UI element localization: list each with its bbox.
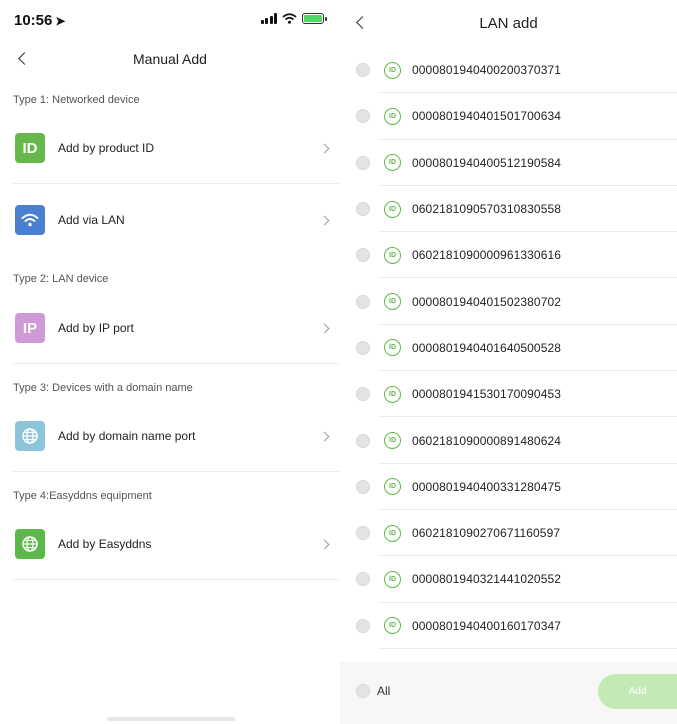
device-id: 0000801940400512190584: [412, 155, 562, 170]
add-via-lan-item[interactable]: Add via LAN: [0, 185, 340, 255]
device-row[interactable]: ID 0000801940400160170347: [340, 603, 677, 650]
id-badge-icon: ID: [384, 61, 401, 79]
page-title: Manual Add: [133, 51, 207, 67]
device-row[interactable]: ID 000080194040020037037​1: [340, 47, 677, 94]
status-icons: [260, 13, 327, 24]
wifi-icon: [15, 205, 45, 235]
status-time: 10:56: [14, 12, 53, 29]
id-badge-icon: ID: [384, 200, 401, 218]
device-select-radio[interactable]: [356, 433, 370, 448]
device-row[interactable]: ID 0000801940321441020552: [340, 556, 677, 603]
globe-icon: [15, 421, 45, 451]
manual-add-screen: 10:56 ➤ Manual Add Type 1: Networked devi…: [0, 0, 340, 724]
device-id: 0000801940400160170347: [412, 618, 562, 633]
device-row[interactable]: ID 0000801940400512190584: [340, 140, 677, 187]
device-id: 0000801940321441020552: [412, 572, 562, 587]
device-id: 0000801940401502380702: [412, 294, 562, 309]
cellular-signal-icon: [260, 13, 277, 24]
device-id: 0000801941530170090453: [412, 387, 562, 402]
menu-item-label: Add via LAN: [58, 213, 125, 227]
device-row[interactable]: ID 0000801941530170090453: [340, 371, 677, 418]
add-by-easyddns-item[interactable]: Add by Easyddns: [0, 509, 340, 579]
lan-add-navbar: LAN add: [340, 0, 677, 44]
device-select-radio[interactable]: [356, 526, 370, 541]
battery-icon: [302, 13, 327, 24]
add-by-product-id-item[interactable]: ID Add by product ID: [0, 113, 340, 183]
section-header-type1: Type 1: Networked device: [13, 94, 140, 106]
device-id: 0000801940401501700634: [412, 109, 562, 124]
menu-item-label: Add by product ID: [58, 141, 155, 155]
device-select-radio[interactable]: [356, 155, 370, 170]
id-badge-icon: ID: [384, 385, 401, 403]
divider: [12, 579, 340, 580]
device-select-radio[interactable]: [356, 248, 370, 263]
id-badge-icon: ID: [384, 478, 401, 496]
menu-item-label: Add by IP port: [58, 321, 134, 335]
id-badge-icon: ID: [384, 339, 401, 357]
device-row[interactable]: ID 0602181090000891480624: [340, 417, 677, 464]
device-row[interactable]: ID 0000801940401640500528: [340, 325, 677, 372]
device-select-radio[interactable]: [356, 479, 370, 494]
id-badge-icon: ID: [384, 524, 401, 542]
device-select-radio[interactable]: [356, 572, 370, 587]
device-row[interactable]: ID 0000801940400331280475: [340, 464, 677, 511]
select-all-label: All: [377, 684, 391, 698]
device-id: 0000801940400331280475: [412, 479, 562, 494]
section-header-type3: Type 3: Devices with a domain name: [13, 382, 193, 394]
device-select-radio[interactable]: [356, 618, 370, 633]
chevron-right-icon: [319, 215, 330, 225]
menu-item-label: Add by Easyddns: [58, 537, 152, 551]
device-select-radio[interactable]: [356, 202, 370, 217]
device-select-radio[interactable]: [356, 63, 370, 78]
device-row[interactable]: ID 0602181090000961330616: [340, 232, 677, 279]
device-select-radio[interactable]: [356, 387, 370, 402]
device-row[interactable]: ID 0000801940401501700634: [340, 93, 677, 140]
device-select-radio[interactable]: [356, 109, 370, 124]
device-row[interactable]: ID 0000801940401502380702: [340, 278, 677, 326]
chevron-right-icon: [319, 143, 330, 153]
id-badge-icon: ID: [384, 246, 401, 264]
chevron-right-icon: [319, 539, 330, 549]
device-id: 0602181090570310830558: [412, 202, 562, 217]
wifi-status-icon: [282, 13, 297, 24]
ip-icon: IP: [15, 313, 45, 343]
id-badge-icon: ID: [384, 570, 401, 588]
page-title: LAN add: [479, 15, 538, 32]
id-badge-icon: ID: [384, 293, 401, 311]
divider: [12, 183, 340, 184]
id-badge-icon: ID: [384, 107, 401, 125]
device-id: 0602181090000961330616: [412, 248, 562, 263]
device-select-radio[interactable]: [356, 340, 370, 355]
device-id: 0602181090000891480624: [412, 433, 562, 448]
add-by-ip-port-item[interactable]: IP Add by IP port: [0, 293, 340, 363]
home-indicator: [107, 717, 235, 721]
device-list: ID 000080194040020037037​1 ID 0000801940401…: [340, 47, 677, 650]
id-badge-icon: ID: [384, 154, 401, 172]
menu-item-label: Add by domain name port: [58, 429, 196, 443]
divider: [12, 363, 340, 364]
add-button[interactable]: Add: [598, 674, 677, 709]
device-row[interactable]: ID 0602181090570310830558: [340, 186, 677, 233]
section-header-type4: Type 4:Easyddns equipment: [13, 490, 152, 502]
id-icon: ID: [15, 133, 45, 163]
manual-add-navbar: Manual Add: [0, 40, 340, 76]
section-header-type2: Type 2: LAN device: [13, 273, 109, 285]
chevron-right-icon: [319, 431, 330, 441]
device-select-radio[interactable]: [356, 294, 370, 309]
add-by-domain-name-port-item[interactable]: Add by domain name port: [0, 401, 340, 471]
globe-icon: [15, 529, 45, 559]
lan-add-screen: LAN add ID 000080194040020037037​1 ID 00008…: [340, 0, 677, 724]
location-arrow-icon: ➤: [55, 14, 66, 28]
device-row[interactable]: ID 0602181090270671160597: [340, 510, 677, 557]
chevron-right-icon: [319, 323, 330, 333]
device-id: 0000801940401640500528: [412, 340, 562, 355]
divider: [12, 471, 340, 472]
id-badge-icon: ID: [384, 617, 401, 635]
bottom-action-bar: All Add: [340, 662, 677, 724]
id-badge-icon: ID: [384, 432, 401, 450]
status-bar: 10:56 ➤: [0, 0, 340, 40]
device-id: 0602181090270671160597: [412, 526, 561, 541]
select-all-radio[interactable]: [356, 684, 370, 698]
device-id: 000080194040020037037​1: [412, 63, 562, 78]
